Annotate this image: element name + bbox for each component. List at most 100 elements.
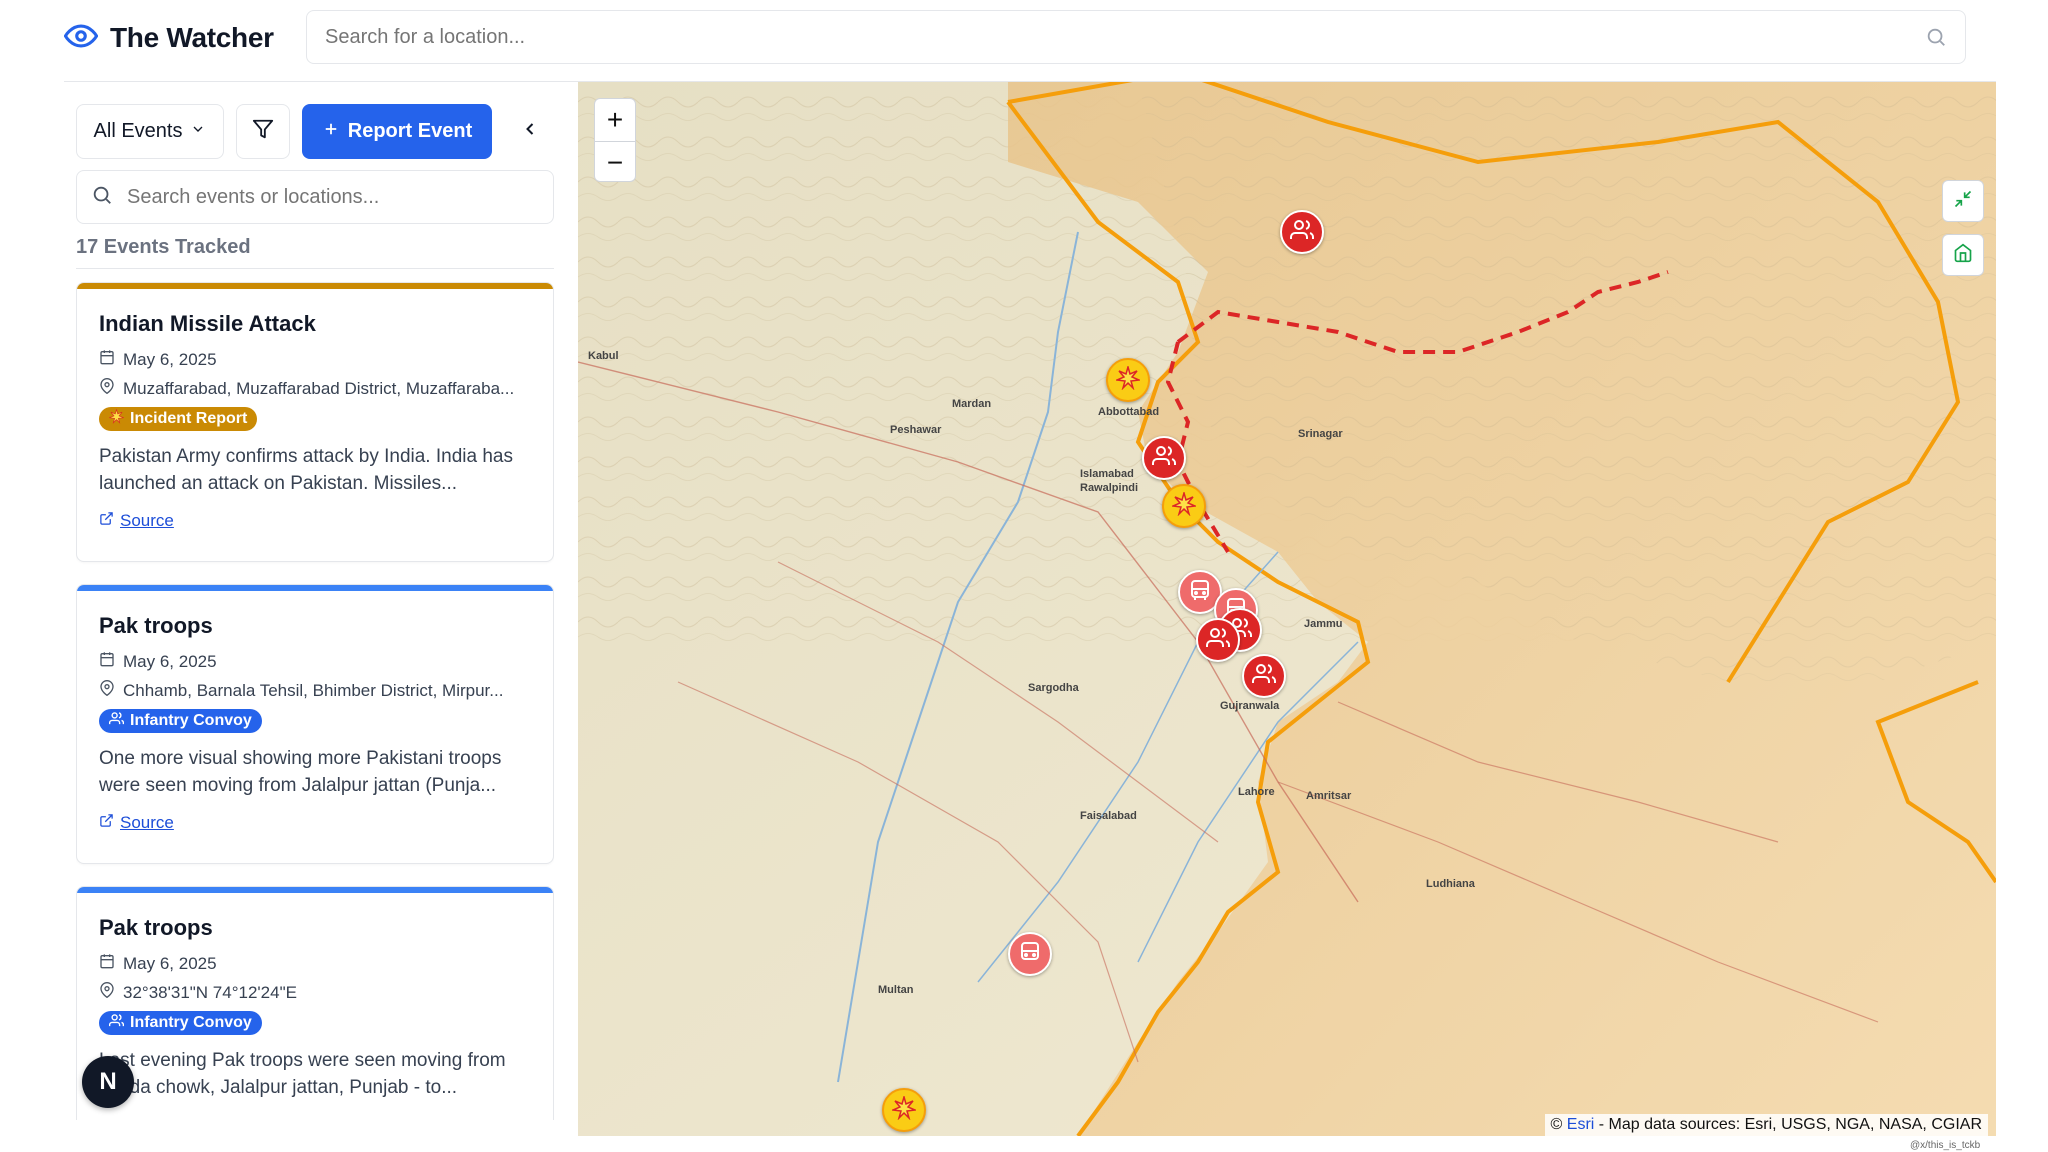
events-sidebar: All Events Report Event Search events or… [76,82,554,1120]
event-search-input[interactable] [127,185,539,209]
event-date: May 6, 2025 [123,953,217,973]
map-label: Lahore [1238,786,1275,798]
location-search-bar[interactable] [306,10,1966,64]
report-event-button[interactable]: Report Event [302,104,492,159]
attribution-text: - Map data sources: Esri, USGS, NGA, NAS… [1594,1116,1982,1133]
event-title: Indian Missile Attack [99,311,316,336]
map-label: Mardan [952,398,992,410]
event-location-row: Chhamb, Barnala Tehsil, Bhimber District… [99,680,531,701]
map-label: Jammu [1304,618,1343,630]
esri-link[interactable]: Esri [1567,1116,1595,1133]
event-title: Pak troops [99,915,213,940]
event-source-link[interactable]: Source [99,813,531,833]
calendar-icon [99,349,115,370]
app-title: The Watcher [110,22,274,53]
map-label: Islamabad [1080,468,1134,480]
event-date-row: May 6, 2025 [99,953,531,974]
search-icon [91,184,113,211]
watermark: @x/this_is_tckb [1910,1140,1981,1151]
count-divider [76,268,554,269]
users-icon [108,1013,125,1033]
event-date: May 6, 2025 [123,651,217,671]
event-description: One more visual showing more Pakistani t… [99,748,502,796]
search-icon[interactable] [1925,26,1947,48]
map-label: Srinagar [1298,428,1343,440]
zoom-out-button[interactable]: − [595,141,635,181]
event-search-bar[interactable] [76,170,554,224]
incident-marker[interactable] [1162,484,1206,528]
navigation-avatar-button[interactable]: N [82,1056,134,1108]
report-event-label: Report Event [347,120,473,142]
event-location: Muzaffarabad, Muzaffarabad District, Muz… [123,378,515,398]
map-pin-icon [99,680,115,701]
incident-marker[interactable] [1106,358,1150,402]
users-icon [1252,662,1276,691]
map-attribution: © Esri - Map data sources: Esri, USGS, N… [1544,1114,1988,1136]
header: The Watcher [63,10,1984,66]
infantry-marker[interactable] [1196,618,1240,662]
event-type-label: Infantry Convoy [130,1014,252,1031]
event-filter-dropdown[interactable]: All Events [76,104,224,159]
event-type-label: Incident Report [130,410,248,427]
filter-button[interactable] [236,104,290,159]
minimize-icon [1953,189,1973,214]
event-location-row: Muzaffarabad, Muzaffarabad District, Muz… [99,378,531,399]
event-description: Last evening Pak troops were seen moving… [99,1050,506,1098]
event-type-badge: Infantry Convoy [99,1011,262,1035]
map-label: Rawalpindi [1080,482,1139,494]
infantry-marker[interactable] [1142,436,1186,480]
event-date-row: May 6, 2025 [99,349,531,370]
zoom-in-button[interactable]: + [595,99,635,141]
map-view[interactable]: Kabul Peshawar Mardan Islamabad Rawalpin… [578,82,1996,1136]
map-label: Ludhiana [1426,878,1475,890]
brand[interactable]: The Watcher [63,19,306,58]
event-type-badge: Infantry Convoy [99,709,262,733]
bus-icon [1018,940,1042,969]
event-card[interactable]: Pak troops May 6, 2025 32°38'31"N 74°12'… [76,886,554,1120]
infantry-marker[interactable] [1280,210,1324,254]
home-view-button[interactable] [1942,234,1984,276]
event-type-badge: Incident Report [99,407,258,431]
map-label: Multan [878,984,914,996]
map-label: Sargodha [1028,682,1079,694]
external-link-icon [99,511,114,531]
exit-fullscreen-button[interactable] [1942,180,1984,222]
infantry-marker[interactable] [1242,654,1286,698]
map-label: Faisalabad [1080,810,1137,822]
external-link-icon [99,813,114,833]
incident-marker[interactable] [882,1088,926,1132]
event-card[interactable]: Indian Missile Attack May 6, 2025 Muzaff… [76,282,554,562]
location-search-input[interactable] [325,25,1925,49]
explosion-icon [1170,489,1198,521]
users-icon [1290,218,1314,247]
collapse-sidebar-button[interactable] [506,104,554,159]
users-icon [1206,626,1230,655]
users-icon [1152,444,1176,473]
sidebar-toolbar: All Events Report Event [76,104,554,160]
plus-icon [322,120,340,144]
event-location: 32°38'31"N 74°12'24"E [123,982,297,1002]
event-card[interactable]: Pak troops May 6, 2025 Chhamb, Barnala T… [76,584,554,864]
map-pin-icon [99,378,115,399]
event-source-label: Source [120,813,174,832]
event-type-label: Infantry Convoy [130,712,252,729]
convoy-marker[interactable] [1008,932,1052,976]
event-location: Chhamb, Barnala Tehsil, Bhimber District… [123,680,504,700]
chevron-left-icon [520,119,540,144]
events-count: 17 Events Tracked [76,236,251,258]
explosion-icon [1114,363,1142,395]
event-title: Pak troops [99,613,213,638]
bus-icon [1188,578,1212,607]
event-date-row: May 6, 2025 [99,651,531,672]
calendar-icon [99,651,115,672]
explosion-icon [890,1093,918,1125]
event-location-row: 32°38'31"N 74°12'24"E [99,982,531,1003]
map-label: Gujranwala [1220,700,1280,712]
map-label: Peshawar [890,424,942,436]
event-source-link[interactable]: Source [99,511,531,531]
users-icon [108,711,125,731]
event-filter-label: All Events [93,120,183,142]
map-pin-icon [99,982,115,1003]
filter-icon [252,118,274,145]
chevron-down-icon [190,120,206,143]
